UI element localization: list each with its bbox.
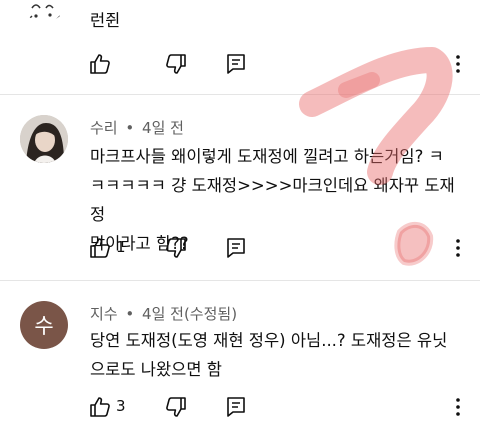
comment-line: 당연 도재정(도영 재현 정우) 아님...? 도재정은 유닛 (90, 331, 448, 350)
thumbs-down-icon[interactable] (164, 395, 188, 419)
meta-dot: • (125, 305, 135, 323)
reply-icon[interactable] (224, 52, 248, 76)
comment-line: 으로도 나왔으면 함 (90, 360, 222, 379)
comment-text: 당연 도재정(도영 재현 정우) 아님...? 도재정은 유닛 으로도 나왔으면… (90, 326, 465, 384)
comment-jisu: 수 지수 • 4일 전(수정됨) 당연 도재정(도영 재현 정우) 아님...?… (0, 281, 480, 429)
comment-suri: 수리 • 4일 전 마크프사들 왜이렇게 도재정에 낄려고 하는거임? ㅋ ㅋㅋ… (0, 95, 480, 280)
avatar-prev[interactable] (20, 0, 68, 22)
comment-prev: 런쥔 (0, 0, 480, 90)
comment-line: 런쥔 (90, 11, 121, 30)
comment-actions (88, 52, 480, 80)
more-vertical-icon[interactable] (452, 52, 464, 76)
thumbs-up-icon[interactable] (88, 236, 112, 260)
thumbs-down-icon[interactable] (164, 52, 188, 76)
avatar-suri[interactable] (20, 115, 68, 163)
more-vertical-icon[interactable] (452, 395, 464, 419)
reply-icon[interactable] (224, 236, 248, 260)
comment-meta: 수리 • 4일 전 (90, 117, 184, 138)
like-count: 3 (116, 397, 126, 415)
thumbs-up-icon[interactable] (88, 395, 112, 419)
comment-line: ㅋㅋㅋㅋㅋ 걍 도재정>>>>마크인데요 왜자꾸 도재정 (90, 176, 455, 224)
meta-dot: • (125, 119, 135, 137)
comment-text: 런쥔 (90, 6, 465, 35)
timestamp[interactable]: 4일 전(수정됨) (142, 305, 237, 323)
reply-icon[interactable] (224, 395, 248, 419)
profile-photo-icon (20, 115, 68, 163)
author-name[interactable]: 지수 (90, 305, 118, 323)
author-name[interactable]: 수리 (90, 119, 118, 137)
timestamp[interactable]: 4일 전 (142, 119, 184, 137)
like-count: 1 (116, 238, 126, 256)
doodle-avatar-icon (27, 4, 61, 21)
avatar-jisu[interactable]: 수 (20, 301, 68, 349)
comment-line: 마크프사들 왜이렇게 도재정에 낄려고 하는거임? ㅋ (90, 147, 444, 166)
comment-actions: 1 (88, 236, 480, 264)
thumbs-down-icon[interactable] (164, 236, 188, 260)
thumbs-up-icon[interactable] (88, 52, 112, 76)
avatar-letter: 수 (34, 314, 54, 338)
comment-meta: 지수 • 4일 전(수정됨) (90, 303, 237, 324)
comment-actions: 3 (88, 395, 480, 423)
more-vertical-icon[interactable] (452, 236, 464, 260)
